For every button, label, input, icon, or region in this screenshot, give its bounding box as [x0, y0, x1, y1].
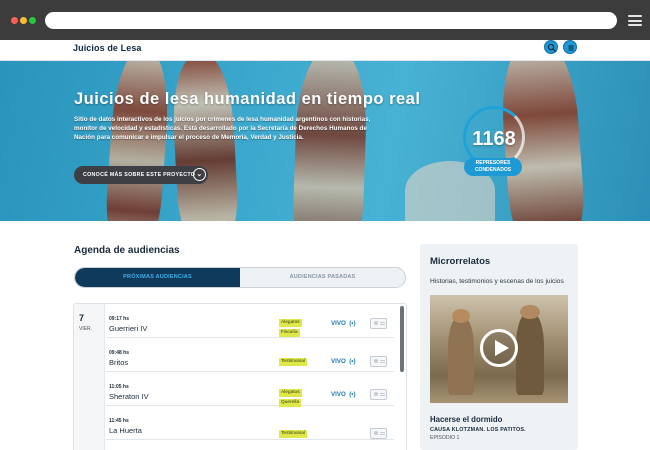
maximize-window-icon[interactable]	[29, 17, 36, 24]
hearing-row[interactable]: 09:17 hs Guerrieri IV Alegatos Fiscalía …	[106, 304, 394, 338]
hearing-tag: Alegatos	[279, 319, 302, 327]
contact-card-icon[interactable]	[370, 318, 387, 329]
tab-past-hearings[interactable]: AUDIENCIAS PASADAS	[240, 268, 405, 287]
video-thumbnail[interactable]	[430, 295, 568, 403]
hearing-name[interactable]: La Huerta	[109, 426, 142, 435]
hearing-row[interactable]: 11:45 hs La Huerta Testimonial	[106, 406, 394, 440]
hearing-name[interactable]: Sheraton IV	[109, 392, 149, 401]
live-link[interactable]: VIVO (•)	[331, 391, 356, 398]
learn-more-label: CONOCÉ MÁS SOBRE ESTE PROYECTO	[83, 172, 196, 178]
hero-title: Juicios de lesa humanidad en tiempo real	[74, 90, 421, 108]
thumbnail-figure	[520, 305, 540, 319]
agenda-title: Agenda de audiencias	[74, 245, 180, 256]
live-label: VIVO	[331, 320, 346, 327]
live-label: VIVO	[331, 391, 346, 398]
hearing-time: 11:45 hs	[109, 418, 129, 424]
microrrelatos-card: Microrrelatos Historias, testimonios y e…	[420, 244, 578, 450]
menu-icon	[568, 45, 574, 51]
convicted-count-label: REPRESORES CONDENADOS	[464, 158, 522, 176]
hero-description: Sitio de datos interactivos de los juici…	[74, 116, 371, 141]
hearing-tag: Fiscalía	[279, 329, 300, 337]
date-column: 7 VIER.	[74, 304, 105, 450]
play-icon[interactable]	[480, 329, 518, 367]
live-link[interactable]: VIVO (•)	[331, 320, 356, 327]
broadcast-icon: (•)	[347, 320, 356, 327]
hero-banner: Juicios de lesa humanidad en tiempo real…	[0, 61, 650, 221]
search-icon	[547, 43, 557, 53]
thumbnail-figure	[516, 313, 544, 395]
site-header: Juicios de Lesa	[0, 40, 650, 61]
live-label: VIVO	[331, 358, 346, 365]
hearings-list: 7 VIER. 09:17 hs Guerrieri IV Alegatos F…	[73, 303, 407, 450]
contact-card-icon[interactable]	[370, 389, 387, 400]
counter-label-line: CONDENADOS	[474, 167, 512, 173]
list-scrollbar[interactable]	[400, 306, 404, 372]
chevron-down-icon: ⌄	[193, 168, 206, 181]
agenda-tabs: PRÓXIMAS AUDIENCIAS AUDIENCIAS PASADAS	[74, 267, 406, 288]
story-episode: EPISODIO 1	[430, 435, 460, 441]
browser-menu-icon[interactable]	[628, 15, 642, 26]
hearing-name[interactable]: Britos	[109, 358, 128, 367]
close-window-icon[interactable]	[11, 17, 18, 24]
learn-more-button[interactable]: CONOCÉ MÁS SOBRE ESTE PROYECTO ⌄	[74, 166, 208, 184]
hearing-name[interactable]: Guerrieri IV	[109, 324, 147, 333]
thumbnail-figure	[448, 317, 474, 395]
hearing-row[interactable]: 09:48 hs Britos Testimonial VIVO (•)	[106, 338, 394, 372]
broadcast-icon: (•)	[347, 391, 356, 398]
minimize-window-icon[interactable]	[20, 17, 27, 24]
day-name: VIER.	[79, 326, 93, 332]
tab-upcoming-hearings[interactable]: PRÓXIMAS AUDIENCIAS	[75, 268, 240, 287]
hearing-time: 11:05 hs	[109, 384, 129, 390]
live-link[interactable]: VIVO (•)	[331, 358, 356, 365]
microrrelatos-subtitle: Historias, testimonios y escenas de los …	[430, 278, 564, 285]
hearing-time: 09:17 hs	[109, 316, 130, 322]
microrrelatos-title: Microrrelatos	[430, 256, 491, 267]
hearing-row[interactable]: 11:05 hs Sheraton IV Alegatos Querella V…	[106, 372, 394, 407]
hearing-time: 09:48 hs	[109, 350, 130, 356]
broadcast-icon: (•)	[347, 358, 356, 365]
hearing-tag: Alegatos	[279, 389, 302, 397]
search-button[interactable]	[544, 40, 558, 54]
browser-chrome	[0, 0, 650, 40]
day-number: 7	[79, 313, 85, 323]
story-title[interactable]: Hacerse el dormido	[430, 415, 502, 424]
contact-card-icon[interactable]	[370, 356, 387, 367]
counter-label-line: REPRESORES	[475, 160, 511, 166]
thumbnail-figure	[452, 309, 470, 323]
hearing-tag: Testimonial	[279, 430, 307, 438]
menu-button[interactable]	[563, 40, 577, 54]
address-bar[interactable]	[45, 12, 617, 29]
site-logo[interactable]: Juicios de Lesa	[73, 43, 142, 53]
convicted-count: 1168	[472, 128, 516, 150]
hearing-tag: Testimonial	[279, 358, 307, 366]
story-cause: CAUSA KLOTZMAN. LOS PATITOS.	[430, 427, 526, 433]
contact-card-icon[interactable]	[370, 428, 387, 439]
